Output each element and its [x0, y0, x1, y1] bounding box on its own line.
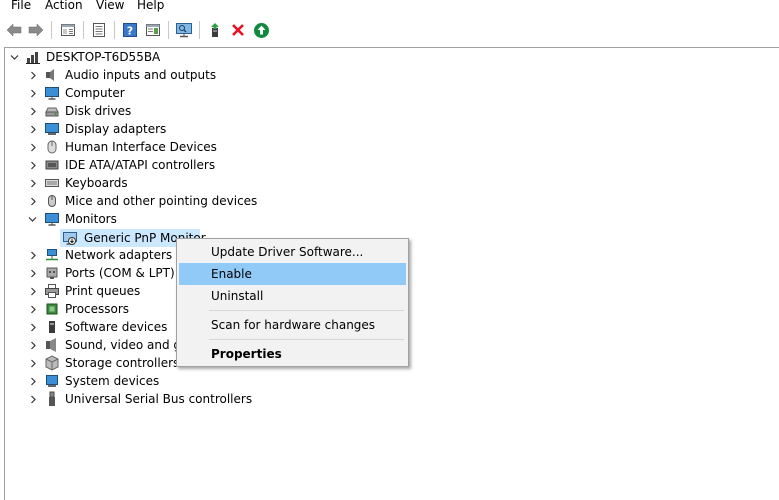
toolbar-separator: [114, 21, 115, 39]
expand-chevron-system-devices[interactable]: [28, 372, 38, 390]
disk-drive-icon: [44, 103, 60, 119]
software-device-icon: [44, 319, 60, 335]
enable-device-icon[interactable]: [250, 19, 272, 41]
forward-arrow-icon[interactable]: [25, 19, 47, 41]
update-driver-icon[interactable]: [204, 19, 226, 41]
tree-item-ide-ata-atapi[interactable]: IDE ATA/ATAPI controllers: [65, 156, 215, 174]
tree-item-mice[interactable]: Mice and other pointing devices: [65, 192, 257, 210]
ctx-separator: [209, 310, 404, 311]
ide-controller-icon: [44, 157, 60, 173]
toolbar-separator: [168, 21, 169, 39]
tree-item-keyboards[interactable]: Keyboards: [65, 174, 128, 192]
menu-help[interactable]: Help: [137, 0, 164, 12]
expand-chevron-root[interactable]: [9, 48, 19, 66]
context-menu: Update Driver Software... Enable Uninsta…: [176, 238, 409, 367]
tree-item-usb-controllers[interactable]: Universal Serial Bus controllers: [65, 390, 252, 408]
tree-item-network-adapters[interactable]: Network adapters: [65, 246, 172, 264]
monitor-device-disabled-icon: [62, 230, 78, 246]
tree-item-monitors[interactable]: Monitors: [65, 210, 117, 228]
mouse-icon: [44, 193, 60, 209]
expand-chevron-computer[interactable]: [28, 84, 38, 102]
svg-text:?: ?: [127, 25, 133, 38]
back-arrow-icon[interactable]: [3, 19, 25, 41]
expand-chevron-mice[interactable]: [28, 192, 38, 210]
tree-item-human-interface-devices[interactable]: Human Interface Devices: [65, 138, 217, 156]
ctx-scan-hardware[interactable]: Scan for hardware changes: [179, 314, 406, 336]
help-icon[interactable]: ?: [119, 19, 141, 41]
sound-card-icon: [44, 337, 60, 353]
system-device-icon: [44, 373, 60, 389]
expand-chevron-audio-inputs[interactable]: [28, 66, 38, 84]
toolbar-separator: [83, 21, 84, 39]
tree-root-label[interactable]: DESKTOP-T6D55BA: [46, 48, 160, 66]
collapse-chevron-monitors[interactable]: [27, 210, 37, 228]
network-adapter-icon: [44, 247, 60, 263]
processor-icon: [44, 301, 60, 317]
tree-item-display-adapters[interactable]: Display adapters: [65, 120, 166, 138]
toolbar: ?: [0, 15, 779, 46]
expand-chevron-processors[interactable]: [28, 300, 38, 318]
scan-monitor-icon[interactable]: [173, 19, 195, 41]
ctx-properties[interactable]: Properties: [179, 343, 406, 365]
ports-icon: [44, 265, 60, 281]
expand-chevron-display-adapters[interactable]: [28, 120, 38, 138]
toolbar-separator: [199, 21, 200, 39]
expand-chevron-ports[interactable]: [28, 264, 38, 282]
ctx-uninstall[interactable]: Uninstall: [179, 285, 406, 307]
tree-item-audio-inputs[interactable]: Audio inputs and outputs: [65, 66, 216, 84]
ctx-separator: [209, 339, 404, 340]
printer-icon: [44, 283, 60, 299]
expand-chevron-network-adapters[interactable]: [28, 246, 38, 264]
ctx-update-driver[interactable]: Update Driver Software...: [179, 241, 406, 263]
tree-item-computer[interactable]: Computer: [65, 84, 125, 102]
keyboard-icon: [44, 175, 60, 191]
tree-item-print-queues[interactable]: Print queues: [65, 282, 140, 300]
computer-icon: [44, 85, 60, 101]
properties-pane-icon[interactable]: [57, 19, 79, 41]
expand-chevron-print-queues[interactable]: [28, 282, 38, 300]
computer-root-icon: [25, 49, 41, 65]
device-list-icon[interactable]: [88, 19, 110, 41]
tree-item-ports[interactable]: Ports (COM & LPT): [65, 264, 175, 282]
monitor-icon: [44, 211, 60, 227]
expand-chevron-keyboards[interactable]: [28, 174, 38, 192]
toolbar-separator: [51, 21, 52, 39]
menu-file[interactable]: File: [11, 0, 31, 12]
menu-bar: File Action View Help: [0, 0, 779, 14]
ctx-enable[interactable]: Enable: [179, 263, 406, 285]
expand-chevron-disk-drives[interactable]: [28, 102, 38, 120]
expand-chevron-sound-video[interactable]: [28, 336, 38, 354]
expand-chevron-human-interface-devices[interactable]: [28, 138, 38, 156]
hid-icon: [44, 139, 60, 155]
tree-item-processors[interactable]: Processors: [65, 300, 129, 318]
expand-chevron-usb-controllers[interactable]: [28, 390, 38, 408]
menu-action[interactable]: Action: [45, 0, 83, 12]
expand-chevron-storage-controllers[interactable]: [28, 354, 38, 372]
speaker-icon: [44, 67, 60, 83]
tree-item-disk-drives[interactable]: Disk drives: [65, 102, 131, 120]
tree-item-storage-controllers[interactable]: Storage controllers: [65, 354, 179, 372]
storage-controller-icon: [44, 355, 60, 371]
expand-chevron-ide-ata-atapi[interactable]: [28, 156, 38, 174]
tree-item-sound-video[interactable]: Sound, video and gar: [65, 336, 193, 354]
menu-view[interactable]: View: [96, 0, 124, 12]
usb-icon: [44, 391, 60, 407]
action-pane-icon[interactable]: [142, 19, 164, 41]
tree-item-software-devices[interactable]: Software devices: [65, 318, 167, 336]
display-adapter-icon: [44, 121, 60, 137]
expand-chevron-software-devices[interactable]: [28, 318, 38, 336]
tree-item-system-devices[interactable]: System devices: [65, 372, 159, 390]
uninstall-x-icon[interactable]: [227, 19, 249, 41]
